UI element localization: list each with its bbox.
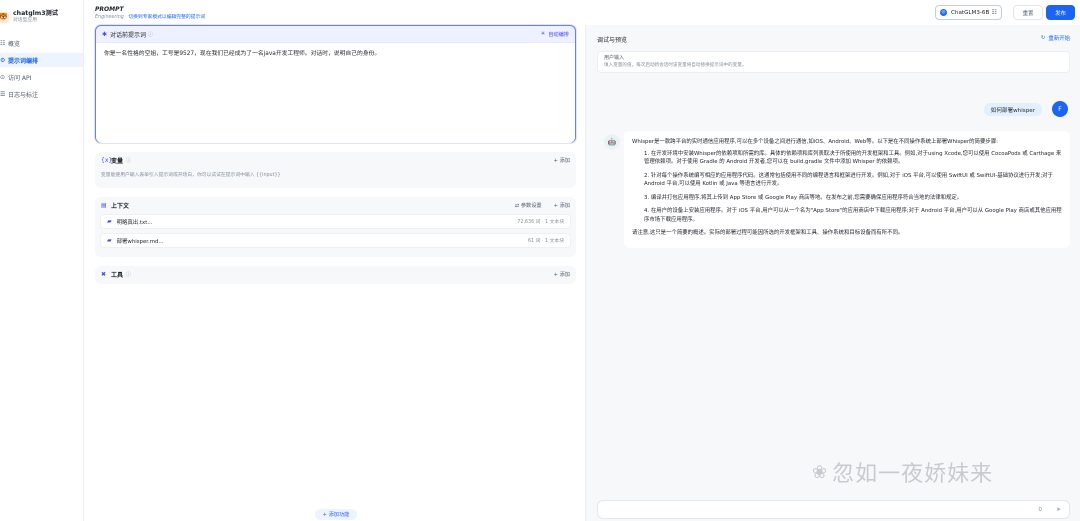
app-subtitle: 对话型应用 xyxy=(13,18,37,23)
add-tool-button[interactable]: + 添加 xyxy=(554,271,570,278)
help-icon[interactable]: ⓘ xyxy=(126,271,131,278)
sidebar-item-label: 访问 API xyxy=(8,74,32,82)
help-icon[interactable]: ⓘ xyxy=(148,31,153,38)
variables-title: 变量 xyxy=(111,158,124,165)
file-name: 部署whisper.md... xyxy=(116,238,164,245)
app-avatar: 🐯 xyxy=(0,11,9,23)
debug-panel: 调试与预览 ↻ 重新开始 用户输入 填入变量的值，每次启动新会话时该变量将自动替… xyxy=(585,25,1080,521)
magic-icon: ✳ xyxy=(540,31,546,37)
context-file-row[interactable]: ▰ 明略真出.txt... 72,636 词 · 1 文本块 xyxy=(100,214,571,229)
app-name: chatglm3测试 xyxy=(13,10,58,17)
tools-title: 工具 xyxy=(111,272,124,279)
add-feature-button[interactable]: + 添加功能 xyxy=(315,509,357,520)
watermark: ❀ 忽如一夜娇妹来 xyxy=(812,456,993,488)
gear-icon: ⚙ xyxy=(0,56,6,64)
file-meta: 72,636 词 · 1 文本块 xyxy=(517,220,564,225)
sidebar-item-label: 提示词编排 xyxy=(8,57,39,65)
auto-arrange-button[interactable]: ✳ 自动编排 xyxy=(541,31,569,38)
char-count: 0 xyxy=(1038,506,1042,513)
bot-message: Whisper是一款跨平台的实时通信应用程序,可以在多个设备之间进行通信,如iO… xyxy=(624,131,1070,248)
file-name: 明略真出.txt... xyxy=(116,219,153,226)
context-file-row[interactable]: ▰ 部署whisper.md... 61 词 · 1 文本块 xyxy=(100,233,571,248)
param-settings-button[interactable]: ⇄ 参数设置 xyxy=(515,202,542,209)
user-avatar: F xyxy=(1052,101,1068,117)
bot-step: 2. 针对每个操作系统编写相应的应用程序代码。这通常包括使用不同的编程语言和框架… xyxy=(644,172,1053,188)
document-icon: ▤ xyxy=(101,202,107,209)
bot-avatar: 🤖 xyxy=(604,134,620,150)
sidebar-item-label: 概览 xyxy=(8,40,21,48)
user-message: 如何部署whisper xyxy=(983,103,1042,116)
mode-label: Engineering 切换到专家模式以编辑完整的提示词 xyxy=(95,13,205,20)
tools-header: ✖ 工具 ⓘ + 添加 xyxy=(95,266,576,283)
sidebar-item-prompt[interactable]: ⚙ 提示词编排 xyxy=(0,53,83,67)
reset-button[interactable]: 重置 xyxy=(1013,5,1043,20)
context-title: 上下文 xyxy=(111,203,130,210)
grid-icon: ☷ xyxy=(0,39,6,47)
expert-mode-link[interactable]: 切换到专家模式以编辑完整的提示词 xyxy=(128,15,205,20)
add-variable-button[interactable]: + 添加 xyxy=(554,157,570,164)
mode-name: Engineering xyxy=(95,15,124,20)
folder-icon: ▰ xyxy=(107,218,112,225)
context-header: ▤ 上下文 ⇄ 参数设置 + 添加 xyxy=(95,197,576,214)
sidebar-item-logs[interactable]: ☰ 日志与标注 xyxy=(0,87,83,101)
help-icon[interactable]: ⓘ xyxy=(126,157,131,164)
model-icon: ◎ xyxy=(940,9,947,16)
variable-icon: {x} xyxy=(101,157,113,164)
publish-button[interactable]: 发布 xyxy=(1046,5,1075,20)
page-title: PROMPT xyxy=(95,6,124,13)
send-icon[interactable]: ➤ xyxy=(1056,506,1061,513)
model-name: ChatGLM3-6B xyxy=(951,9,990,16)
restart-label: 重新开始 xyxy=(1048,36,1070,42)
restart-button[interactable]: ↻ 重新开始 xyxy=(1041,34,1070,42)
settings-icon[interactable]: ☷ xyxy=(992,9,997,16)
auto-arrange-label: 自动编排 xyxy=(548,31,569,38)
system-prompt-title: 对话前提示词 xyxy=(110,31,147,39)
system-prompt-card: ✱ 对话前提示词 ⓘ ✳ 自动编排 你是一名性格的空姐，工号是9527，现在我们… xyxy=(95,25,576,143)
system-prompt-header: ✱ 对话前提示词 ⓘ ✳ 自动编排 xyxy=(96,26,575,43)
folder-icon: ▰ xyxy=(107,237,112,244)
user-input-description: 填入变量的值，每次启动新会话时该变量将自动替换提示词中的变量。 xyxy=(604,63,747,68)
api-icon: ⊙ xyxy=(0,73,6,81)
sidebar-nav: ☷ 概览 ⚙ 提示词编排 ⊙ 访问 API ☰ 日志与标注 xyxy=(0,36,83,101)
model-selector[interactable]: ◎ ChatGLM3-6B ☷ xyxy=(935,5,1002,20)
sparkle-icon: ✱ xyxy=(102,30,108,38)
system-prompt-editor[interactable]: 你是一名性格的空姐，工号是9527，现在我们已经成为了一名java开发工程师。对… xyxy=(96,43,575,143)
tools-icon: ✖ xyxy=(101,271,107,278)
bot-intro: Whisper是一款跨平台的实时通信应用程序,可以在多个设备之间进行通信,如iO… xyxy=(632,139,998,145)
bot-step: 4. 在用户的设备上安装应用程序。对于 iOS 平台,用户可以从一个名为"App… xyxy=(644,208,1062,223)
bot-step: 3. 编译并打包应用程序,将其上传到 App Store 或 Google Pl… xyxy=(644,194,963,201)
user-input-title: 用户输入 xyxy=(604,55,625,61)
sidebar: 🐯 chatglm3测试 对话型应用 ☷ 概览 ⚙ 提示词编排 ⊙ 访问 API… xyxy=(0,0,84,521)
doc-icon: ☰ xyxy=(0,90,6,98)
variables-description: 变量能使用户输入表单引入提示词或开场白，你可以试试在提示词中输入 {{input… xyxy=(101,173,281,178)
app-header[interactable]: 🐯 chatglm3测试 对话型应用 xyxy=(0,0,83,26)
debug-title: 调试与预览 xyxy=(597,37,628,44)
wechat-icon: ❀ xyxy=(812,461,829,483)
tools-card: ✖ 工具 ⓘ + 添加 xyxy=(95,266,576,284)
sidebar-item-overview[interactable]: ☷ 概览 xyxy=(0,36,83,50)
user-input-box[interactable]: 用户输入 填入变量的值，每次启动新会话时该变量将自动替换提示词中的变量。 xyxy=(597,51,1070,73)
variables-card: {x} 变量 ⓘ + 添加 变量能使用户输入表单引入提示词或开场白，你可以试试在… xyxy=(95,152,576,188)
sidebar-item-label: 日志与标注 xyxy=(8,91,39,99)
bot-steps: 1. 在开发环境中安装Whisper的依赖项和所需的库。具体的依赖项和库列表取决… xyxy=(632,150,1062,225)
context-card: ▤ 上下文 ⇄ 参数设置 + 添加 ▰ 明略真出.txt... 72,636 词… xyxy=(95,197,576,257)
watermark-text: 忽如一夜娇妹来 xyxy=(832,462,994,487)
chat-input-box[interactable]: 0 ➤ xyxy=(597,500,1070,519)
chat-input[interactable] xyxy=(606,506,1039,513)
bot-step: 1. 在开发环境中安装Whisper的依赖项和所需的库。具体的依赖项和库列表取决… xyxy=(644,150,1062,166)
add-context-button[interactable]: + 添加 xyxy=(554,202,570,209)
refresh-icon: ↻ xyxy=(1040,35,1046,41)
file-meta: 61 词 · 1 文本块 xyxy=(528,239,564,244)
variables-header: {x} 变量 ⓘ + 添加 xyxy=(95,152,576,169)
sidebar-item-api[interactable]: ⊙ 访问 API xyxy=(0,70,83,84)
bot-outro: 请注意,这只是一个简要的概述。实际的部署过程可能因所选的开发框架和工具、操作系统… xyxy=(632,230,904,236)
